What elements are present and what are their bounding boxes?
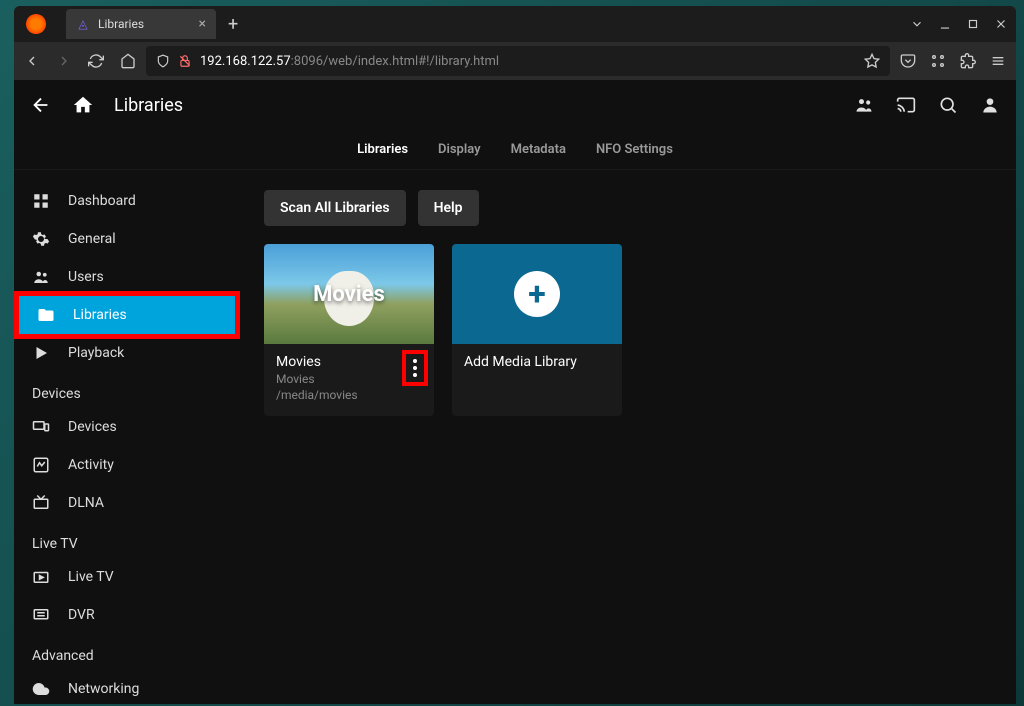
shield-icon (156, 54, 170, 68)
sidebar-item-libraries[interactable]: Libraries (19, 296, 235, 334)
dvr-icon (32, 606, 50, 624)
dashboard-icon (32, 192, 50, 210)
folder-icon (37, 306, 55, 324)
tab-display[interactable]: Display (438, 142, 481, 157)
sidebar-item-dashboard[interactable]: Dashboard (14, 182, 240, 220)
tab-libraries[interactable]: Libraries (357, 142, 408, 157)
sidebar-item-label: Users (68, 269, 104, 285)
app-back-icon[interactable] (30, 94, 52, 116)
gear-icon (32, 230, 50, 248)
tab-metadata[interactable]: Metadata (511, 142, 566, 157)
sidebar-item-label: Activity (68, 457, 114, 473)
reload-icon[interactable] (88, 53, 104, 69)
close-window-icon[interactable] (994, 17, 1008, 31)
sidebar-item-label: Dashboard (68, 193, 136, 209)
sidebar-item-label: General (68, 231, 116, 247)
more-vert-icon (413, 359, 417, 377)
sidebar-item-label: DLNA (68, 495, 104, 511)
nav-forward-icon[interactable] (56, 53, 72, 69)
activity-icon (32, 456, 50, 474)
library-title: Movies (276, 354, 422, 370)
app-tabs: Libraries Display Metadata NFO Settings (14, 130, 1016, 170)
sidebar-item-label: Live TV (68, 569, 114, 585)
cloud-icon (32, 680, 50, 698)
home-icon[interactable] (120, 53, 136, 69)
sidebar-item-label: Libraries (73, 307, 127, 323)
sidebar-item-label: Networking (68, 681, 139, 697)
library-type: Movies (276, 372, 422, 386)
sidebar-item-label: Playback (68, 345, 124, 361)
chevron-down-icon[interactable] (910, 17, 924, 31)
browser-titlebar: ◬ Libraries × + (14, 6, 1016, 42)
browser-tab[interactable]: ◬ Libraries × (66, 9, 216, 39)
bookmark-star-icon[interactable] (864, 53, 880, 69)
sidebar-item-playback[interactable]: Playback (14, 334, 240, 372)
close-tab-icon[interactable]: × (199, 16, 206, 32)
livetv-icon (32, 568, 50, 586)
user-profile-icon[interactable] (980, 95, 1000, 115)
url-text: 192.168.122.57:8096/web/index.html#!/lib… (200, 54, 499, 69)
sidebar-item-label: DVR (68, 607, 95, 623)
sidebar-group-devices: Devices (14, 372, 240, 408)
sidebar-item-label: Devices (68, 419, 117, 435)
devices-icon (32, 418, 50, 436)
users-icon (32, 268, 50, 286)
new-tab-button[interactable]: + (228, 14, 238, 35)
content-area: Scan All Libraries Help Movies Movies Mo… (240, 170, 1016, 704)
address-bar: 192.168.122.57:8096/web/index.html#!/lib… (14, 42, 1016, 80)
sidebar-item-general[interactable]: General (14, 220, 240, 258)
nav-back-icon[interactable] (24, 53, 40, 69)
insecure-lock-icon (178, 54, 192, 68)
sidebar-item-dvr[interactable]: DVR (14, 596, 240, 634)
users-icon[interactable] (854, 95, 874, 115)
sidebar-item-devices[interactable]: Devices (14, 408, 240, 446)
app-header: Libraries (14, 80, 1016, 130)
url-field[interactable]: 192.168.122.57:8096/web/index.html#!/lib… (146, 46, 890, 76)
help-button[interactable]: Help (418, 190, 479, 226)
add-library-card[interactable]: + Add Media Library (452, 244, 622, 416)
firefox-logo-icon (26, 14, 46, 34)
tab-nfo-settings[interactable]: NFO Settings (596, 142, 673, 157)
hamburger-icon[interactable] (990, 53, 1006, 69)
sidebar: Dashboard General Users Libraries (14, 170, 240, 704)
plus-icon: + (514, 271, 560, 317)
extensions-icon[interactable] (930, 53, 946, 69)
scan-all-button[interactable]: Scan All Libraries (264, 190, 406, 226)
search-icon[interactable] (938, 95, 958, 115)
jellyfin-app: Libraries Libraries Display Metadata NFO… (14, 80, 1016, 704)
library-overlay-title: Movies (313, 282, 385, 307)
minimize-icon[interactable] (938, 17, 952, 31)
cast-icon[interactable] (896, 95, 916, 115)
annotation-highlight: Libraries (14, 291, 240, 339)
library-path: /media/movies (276, 388, 422, 402)
sidebar-item-dlna[interactable]: DLNA (14, 484, 240, 522)
library-card-movies[interactable]: Movies Movies Movies /media/movies (264, 244, 434, 416)
sidebar-item-networking[interactable]: Networking (14, 670, 240, 704)
play-icon (32, 344, 50, 362)
window-controls (910, 17, 1008, 31)
tab-title: Libraries (98, 17, 144, 31)
add-library-title: Add Media Library (464, 354, 610, 370)
sidebar-item-livetv[interactable]: Live TV (14, 558, 240, 596)
sidebar-group-advanced: Advanced (14, 634, 240, 670)
dlna-icon (32, 494, 50, 512)
page-title: Libraries (114, 95, 183, 116)
app-home-icon[interactable] (72, 94, 94, 116)
pocket-icon[interactable] (900, 53, 916, 69)
library-more-button[interactable] (402, 350, 428, 386)
browser-window: ◬ Libraries × + 192.168.122.57:8096/web/… (14, 6, 1016, 704)
jellyfin-favicon-icon: ◬ (76, 17, 90, 31)
library-thumbnail: Movies (264, 244, 434, 344)
addons-icon[interactable] (960, 53, 976, 69)
sidebar-group-livetv: Live TV (14, 522, 240, 558)
sidebar-item-activity[interactable]: Activity (14, 446, 240, 484)
maximize-icon[interactable] (966, 17, 980, 31)
add-library-thumbnail: + (452, 244, 622, 344)
